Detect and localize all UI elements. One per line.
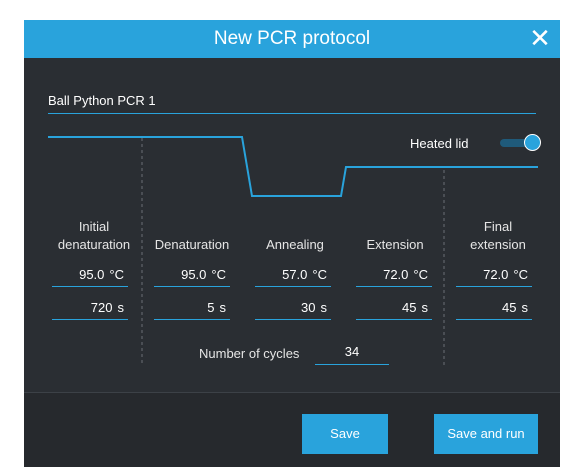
temperature-input[interactable]: 95.0 °C [52, 267, 128, 287]
step-label-denaturation: Denaturation [154, 237, 230, 252]
step-label-extension: Extension [366, 237, 424, 252]
number-of-cycles-label: Number of cycles [199, 346, 300, 361]
temperature-input[interactable]: 72.0 °C [356, 267, 432, 287]
temperature-input[interactable]: 95.0 °C [154, 267, 230, 287]
toggle-knob [524, 134, 541, 151]
step-label-annealing: Annealing [266, 237, 324, 252]
temperature-input[interactable]: 72.0 °C [456, 267, 532, 287]
time-input[interactable]: 30 s [255, 300, 331, 320]
heated-lid-label: Heated lid [410, 136, 469, 151]
step-label-final-extension: Final extension [470, 219, 526, 252]
pcr-dialog: New PCR protocol ✕ Ball Python PCR 1 Hea… [24, 20, 560, 467]
number-of-cycles-input[interactable]: 34 [315, 344, 389, 365]
time-input[interactable]: 45 s [456, 300, 532, 320]
time-input[interactable]: 720 s [52, 300, 128, 320]
time-input[interactable]: 5s [154, 300, 230, 320]
heated-lid-toggle[interactable] [500, 134, 541, 151]
time-input[interactable]: 45 s [356, 300, 432, 320]
save-and-run-button[interactable]: Save and run [434, 414, 538, 454]
step-label-initial-denaturation: Initial denaturation [57, 219, 131, 252]
save-button[interactable]: Save [302, 414, 388, 454]
temperature-input[interactable]: 57.0 °C [255, 267, 331, 287]
